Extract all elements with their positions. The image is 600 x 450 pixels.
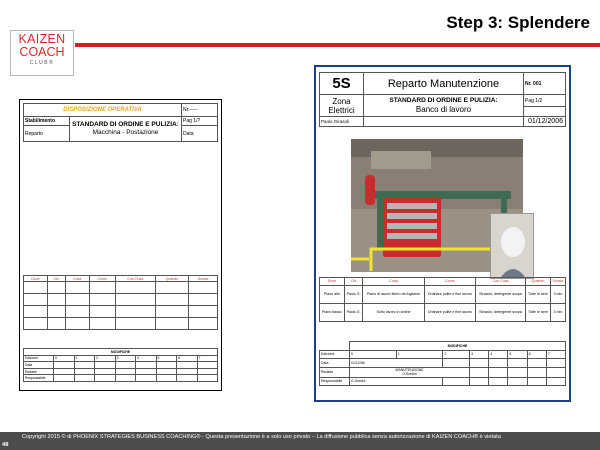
col-header: Chi xyxy=(343,277,364,286)
date-label: Data xyxy=(181,125,218,142)
filled-standard-form: 5S Reparto Manutenzione Nr. 001 Zona Ele… xyxy=(314,65,571,402)
col-header: Durata xyxy=(549,277,567,286)
edition-cell: 6 xyxy=(526,349,547,359)
edition-cell: 7 xyxy=(545,349,567,359)
person-portrait xyxy=(490,213,534,279)
disposition-title: DISPOSIZIONE OPERATIVA xyxy=(23,103,182,117)
footer-bar: Copyright 2015 © di PHOENIX STRATEGIES B… xyxy=(0,432,600,450)
col-header: Dove xyxy=(319,277,345,286)
header-red-bar xyxy=(75,43,600,47)
row-label: Edizione xyxy=(319,349,350,359)
modifications-title: MODIFICHE xyxy=(23,348,218,356)
row-label: Data xyxy=(23,361,54,369)
table-cell: Piano alto xyxy=(319,284,345,304)
col-header: Quando xyxy=(524,277,551,286)
filled-modifications-table: MODIFICHE Edizione 0 1 2 3 4 5 6 7 Data … xyxy=(319,341,567,386)
page-number: 48 xyxy=(2,442,9,448)
standard-title-text: STANDARD DI ORDINE E PULIZIA: xyxy=(72,121,179,128)
form-number: Nr.----- xyxy=(181,103,218,117)
modifications-title: MODIFICHE xyxy=(349,341,566,351)
col-header: Cosa xyxy=(362,277,425,286)
edition-cell: 7 xyxy=(196,354,218,363)
spacer-cell xyxy=(523,106,566,117)
blank-form-header: DISPOSIZIONE OPERATIVA Nr.----- Stabilim… xyxy=(23,103,218,142)
filled-task-table: Dove Chi Cosa Come Con Cosa Quando Durat… xyxy=(319,277,567,322)
col-header: Con Cosa xyxy=(475,277,526,286)
page-label: Pag 1/2 xyxy=(523,94,566,107)
form-number: Nr. 001 xyxy=(523,72,566,95)
table-cell: Straccio, detergente scopa xyxy=(475,302,526,322)
five-s-label: 5S xyxy=(319,72,364,95)
spacer-cell xyxy=(363,116,524,127)
slide-title: Step 3: Splendere xyxy=(446,13,590,32)
logo-line2: COACH xyxy=(19,45,65,59)
col-header: Come xyxy=(423,277,477,286)
edition-cell: 5 xyxy=(155,354,177,363)
edition-cell: 4 xyxy=(488,349,509,359)
form-date: 01/12/2006 xyxy=(523,116,566,127)
mod-redatto: MANUTENZIONE G.Sorsini xyxy=(348,366,471,378)
blank-modifications-table: MODIFICHE Edizione 0 1 2 3 4 5 6 7 Data … xyxy=(23,348,218,382)
page-label: Pag 1/? xyxy=(181,116,218,126)
spacer-cell xyxy=(320,342,350,351)
table-cell: Piano di lavoro libero da fogliame xyxy=(362,284,425,304)
copyright-text: Copyright 2015 © di PHOENIX STRATEGIES B… xyxy=(22,434,501,440)
person-portrait-illustration xyxy=(491,214,533,278)
table-cell: Tutte le sere xyxy=(524,284,551,304)
edition-cell: 6 xyxy=(176,354,198,363)
row-label: Redatto xyxy=(319,366,350,378)
department-title: Reparto Manutenzione xyxy=(363,72,524,95)
table-cell: Ordinare pulite e fine lavoro xyxy=(423,302,477,322)
machine-station: Macchina - Postazione xyxy=(92,129,159,136)
row-label: Responsabile xyxy=(23,374,54,382)
reparto-label: Reparto xyxy=(23,125,70,142)
edition-cell: 0 xyxy=(349,349,397,359)
mod-redatto-name: G.Sorsini xyxy=(402,372,417,376)
edition-cell: 5 xyxy=(507,349,528,359)
table-cell: Straccio, detergente scopa xyxy=(475,284,526,304)
author-name: Paolo Girasoli xyxy=(319,116,364,127)
standard-title: STANDARD DI ORDINE E PULIZIA: Banco di l… xyxy=(363,94,524,117)
standard-title-text: STANDARD DI ORDINE E PULIZIA: xyxy=(389,97,498,104)
row-label: Responsabile xyxy=(319,376,350,386)
blank-standard-form: DISPOSIZIONE OPERATIVA Nr.----- Stabilim… xyxy=(19,99,222,391)
table-cell: Paolo G. xyxy=(343,284,364,304)
table-cell: Piano basso xyxy=(319,302,345,322)
edition-cell: 2 xyxy=(442,349,471,359)
row-label: Data xyxy=(319,358,350,368)
table-cell: Ordinare pulite e fine lavoro xyxy=(423,284,477,304)
mod-responsabile: G.Sorsini xyxy=(348,376,444,386)
row-label: Redatto xyxy=(23,367,54,376)
edition-cell: 1 xyxy=(73,354,95,363)
edition-cell: 1 xyxy=(395,349,444,359)
table-row: Piano alto Paolo G. Piano di lavoro libe… xyxy=(319,284,567,304)
stabilimento-label: Stabilimento xyxy=(23,116,70,126)
edition-cell: 3 xyxy=(469,349,490,359)
row-label: Edizione xyxy=(23,354,54,363)
standard-title: STANDARD DI ORDINE E PULIZIA: Macchina -… xyxy=(69,116,182,142)
edition-cell: 3 xyxy=(114,354,136,363)
edition-cell: 0 xyxy=(53,354,75,363)
table-cell: Tutte le sere xyxy=(524,302,551,322)
zone-label: Zona Elettrici xyxy=(319,94,364,117)
kaizen-coach-logo: KAIZEN COACH CLUB® xyxy=(10,30,74,76)
mod-redatto-dept: MANUTENZIONE xyxy=(395,367,424,372)
table-cell: 3 min xyxy=(549,302,567,322)
edition-cell: 2 xyxy=(94,354,116,363)
filled-form-header: 5S Reparto Manutenzione Nr. 001 Zona Ele… xyxy=(319,72,566,127)
table-row: Piano basso Paolo G. Sotto lavoro in ord… xyxy=(319,302,567,322)
table-cell: Sotto lavoro in ordine xyxy=(362,302,425,322)
mod-date: 01/12/06 xyxy=(348,358,444,368)
blank-task-table: Dove Chi Cosa Come Con Cosa Quando Durat… xyxy=(23,275,219,330)
workbench-label: Banco di lavoro xyxy=(415,105,472,114)
edition-cell: 4 xyxy=(135,354,157,363)
logo-line3: CLUB® xyxy=(29,60,55,66)
table-cell: 3 min xyxy=(549,284,567,304)
table-cell: Paolo G. xyxy=(343,302,364,322)
